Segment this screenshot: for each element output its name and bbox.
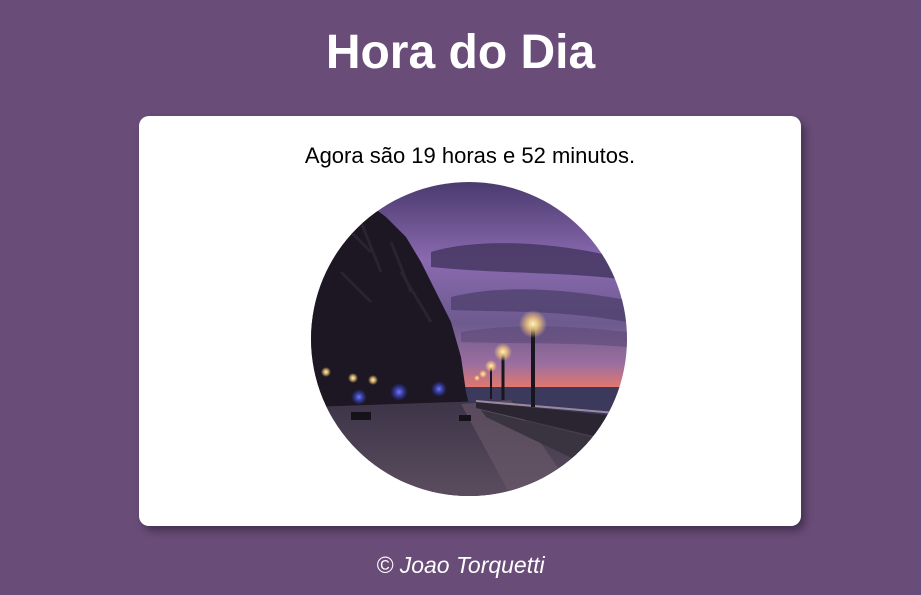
time-of-day-image	[311, 182, 627, 496]
page-title: Hora do Dia	[325, 26, 596, 79]
footer-credit: © Joao Torquetti	[376, 552, 545, 578]
time-card: Agora são 19 horas e 52 minutos.	[139, 116, 801, 526]
time-message: Agora são 19 horas e 52 minutos.	[304, 143, 636, 168]
